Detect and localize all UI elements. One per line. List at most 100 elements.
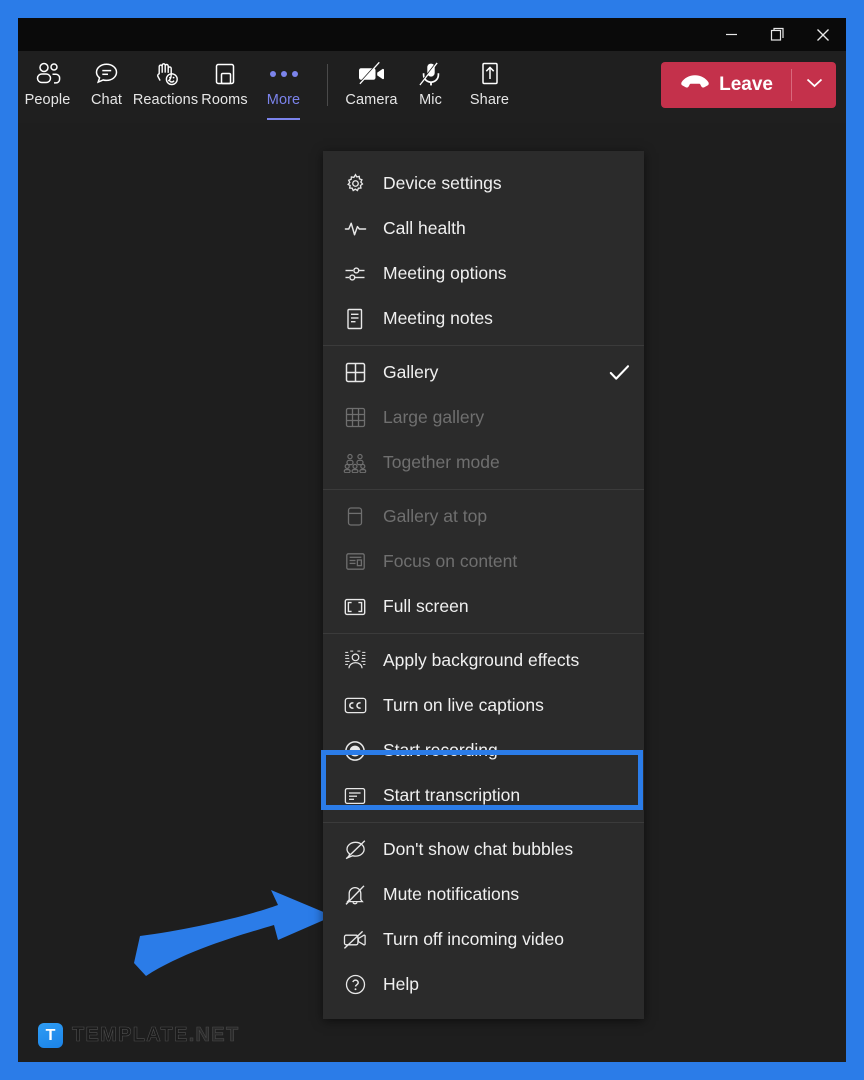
- menu-label: Device settings: [383, 173, 502, 193]
- mic-off-icon: [417, 59, 444, 89]
- closed-caption-icon: [342, 695, 368, 717]
- toolbar-label-camera: Camera: [345, 92, 398, 108]
- leave-button-group: Leave: [661, 62, 836, 108]
- toolbar-item-camera[interactable]: Camera: [342, 51, 401, 123]
- menu-item-start-transcription[interactable]: Start transcription: [323, 773, 644, 818]
- toolbar-item-rooms[interactable]: Rooms: [195, 51, 254, 123]
- minimize-icon[interactable]: [708, 18, 754, 51]
- gallery-top-icon: [342, 506, 368, 528]
- menu-group-settings: Device settings Call health Meeting opti…: [323, 151, 644, 345]
- toolbar-item-more[interactable]: More: [254, 51, 313, 123]
- restore-icon[interactable]: [754, 18, 800, 51]
- menu-item-mute-notifications[interactable]: Mute notifications: [323, 872, 644, 917]
- menu-group-layout: Gallery Large gallery Together mode: [323, 345, 644, 489]
- fullscreen-icon: [342, 596, 368, 618]
- large-gallery-icon: [342, 407, 368, 429]
- active-tab-underline: [267, 118, 300, 120]
- more-dots-icon: [269, 59, 298, 89]
- menu-label: Focus on content: [383, 551, 518, 571]
- toolbar-label-chat: Chat: [90, 92, 123, 108]
- watermark-tld: .NET: [188, 1024, 240, 1047]
- watermark-name: TEMPLATE: [72, 1024, 189, 1047]
- menu-item-apply-background-effects[interactable]: Apply background effects: [323, 638, 644, 683]
- camera-off-icon: [357, 59, 387, 89]
- menu-item-full-screen[interactable]: Full screen: [323, 584, 644, 629]
- toolbar-item-share[interactable]: Share: [460, 51, 519, 123]
- gear-icon: [342, 173, 368, 195]
- menu-item-device-settings[interactable]: Device settings: [323, 161, 644, 206]
- toolbar-item-mic[interactable]: Mic: [401, 51, 460, 123]
- menu-item-call-health[interactable]: Call health: [323, 206, 644, 251]
- menu-item-dont-show-chat-bubbles[interactable]: Don't show chat bubbles: [323, 827, 644, 872]
- menu-item-turn-on-live-captions[interactable]: Turn on live captions: [323, 683, 644, 728]
- menu-label: Turn off incoming video: [383, 929, 564, 949]
- transcription-icon: [342, 785, 368, 807]
- focus-icon: [342, 551, 368, 573]
- toolbar-label-mic: Mic: [419, 92, 442, 108]
- menu-label: Large gallery: [383, 407, 485, 427]
- meeting-stage: T TEMPLATE.NET Device settings Call heal…: [18, 123, 846, 1062]
- menu-item-large-gallery: Large gallery: [323, 395, 644, 440]
- menu-item-focus-on-content: Focus on content: [323, 539, 644, 584]
- gallery-icon: [342, 362, 368, 384]
- rooms-icon: [212, 59, 238, 89]
- meeting-toolbar: People Chat Reactions Rooms More Camera …: [18, 51, 846, 123]
- toolbar-label-reactions: Reactions: [132, 92, 199, 108]
- together-mode-icon: [342, 452, 368, 474]
- menu-label: Gallery at top: [383, 506, 488, 526]
- menu-label: Don't show chat bubbles: [383, 839, 574, 859]
- pointer-arrow-icon: [134, 890, 333, 976]
- bell-off-icon: [342, 884, 368, 906]
- chat-bubble-off-icon: [342, 839, 368, 861]
- menu-group-recording: Apply background effects Turn on live ca…: [323, 633, 644, 822]
- blue-border-frame: People Chat Reactions Rooms More Camera …: [0, 0, 864, 1080]
- chat-icon: [93, 59, 120, 89]
- menu-label: Apply background effects: [383, 650, 580, 670]
- toolbar-item-people[interactable]: People: [18, 51, 77, 123]
- notes-icon: [342, 308, 368, 330]
- menu-item-gallery[interactable]: Gallery: [323, 350, 644, 395]
- leave-dropdown-button[interactable]: [792, 62, 836, 108]
- watermark: T TEMPLATE.NET: [38, 1023, 239, 1048]
- hangup-icon: [681, 74, 709, 96]
- menu-label: Meeting notes: [383, 308, 493, 328]
- more-options-menu: Device settings Call health Meeting opti…: [323, 151, 644, 1019]
- sliders-icon: [342, 263, 368, 285]
- menu-label: Together mode: [383, 452, 500, 472]
- menu-item-start-recording[interactable]: Start recording: [323, 728, 644, 773]
- share-icon: [478, 59, 502, 89]
- menu-label: Full screen: [383, 596, 469, 616]
- toolbar-item-chat[interactable]: Chat: [77, 51, 136, 123]
- toolbar-label-share: Share: [469, 92, 510, 108]
- leave-button[interactable]: Leave: [661, 62, 791, 108]
- teams-meeting-window: People Chat Reactions Rooms More Camera …: [18, 18, 846, 1062]
- chevron-down-icon: [805, 76, 824, 94]
- menu-item-meeting-options[interactable]: Meeting options: [323, 251, 644, 296]
- menu-item-turn-off-incoming-video[interactable]: Turn off incoming video: [323, 917, 644, 962]
- toolbar-item-reactions[interactable]: Reactions: [132, 51, 199, 123]
- menu-item-meeting-notes[interactable]: Meeting notes: [323, 296, 644, 341]
- menu-label: Mute notifications: [383, 884, 520, 904]
- menu-group-view: Gallery at top Focus on content Full scr…: [323, 489, 644, 633]
- leave-button-label: Leave: [719, 74, 773, 95]
- menu-label: Call health: [383, 218, 466, 238]
- menu-label: Gallery: [383, 362, 439, 382]
- menu-label: Start transcription: [383, 785, 521, 805]
- close-icon[interactable]: [800, 18, 846, 51]
- toolbar-label-more: More: [266, 92, 301, 108]
- help-icon: [342, 974, 368, 996]
- menu-label: Turn on live captions: [383, 695, 544, 715]
- menu-group-misc: Don't show chat bubbles Mute notificatio…: [323, 822, 644, 1019]
- menu-item-together-mode: Together mode: [323, 440, 644, 485]
- menu-item-help[interactable]: Help: [323, 962, 644, 1007]
- toolbar-divider: [327, 64, 328, 106]
- title-bar: [18, 18, 846, 51]
- video-off-icon: [342, 929, 368, 951]
- toolbar-label-rooms: Rooms: [201, 92, 248, 108]
- watermark-text: TEMPLATE.NET: [72, 1024, 239, 1047]
- logo-letter: T: [45, 1026, 56, 1044]
- people-icon: [34, 59, 62, 89]
- reactions-icon: [152, 59, 180, 89]
- record-icon: [342, 740, 368, 762]
- template-net-logo-icon: T: [38, 1023, 63, 1048]
